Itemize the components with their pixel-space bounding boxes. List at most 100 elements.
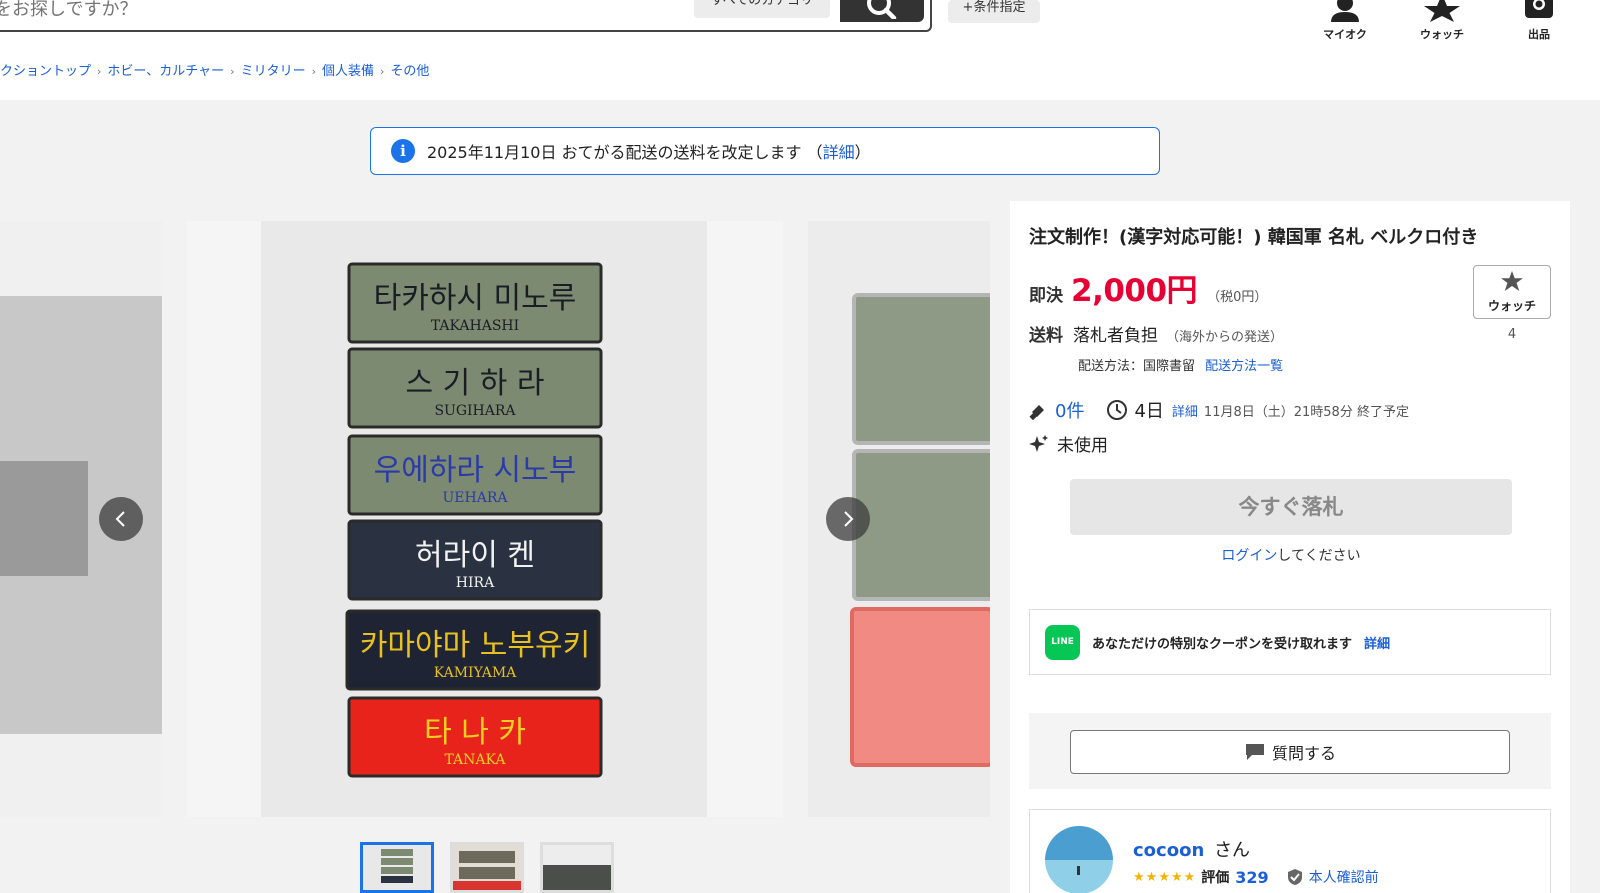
watch-button[interactable]: ウォッチ <box>1473 265 1551 319</box>
name-patch: 우에하라 시노부 UEHARA <box>347 434 603 516</box>
person-icon <box>1331 0 1359 22</box>
search-input[interactable] <box>0 0 672 28</box>
shield-check-icon <box>1287 869 1302 885</box>
chevron-right-icon: › <box>97 65 102 78</box>
price-label: 即決 <box>1029 286 1063 306</box>
search-icon <box>867 0 897 19</box>
seller-card: cocoon さん ★ ★ ★ ★ ★ 評価 329 本人確認前 <box>1029 809 1551 893</box>
notice-detail-link[interactable]: 詳細 <box>823 139 855 163</box>
breadcrumb-item[interactable]: ミリタリー <box>241 64 306 79</box>
header: すべてのカテゴリ +条件指定 マイオク ウォッチ 出品 クショントップ › ホビー、… <box>0 0 1600 100</box>
coupon-text: あなただけの特別なクーポンを受け取れます <box>1092 636 1353 652</box>
price-value: 2,000円 <box>1071 273 1198 309</box>
gallery-prev-button[interactable] <box>99 497 143 541</box>
star-icon: ★ <box>1183 869 1196 885</box>
conditions-button[interactable]: +条件指定 <box>948 0 1040 23</box>
ask-question-button[interactable]: 質問する <box>1070 730 1510 774</box>
sparkle-icon <box>1029 434 1048 452</box>
seller-name-link[interactable]: cocoon <box>1133 840 1204 861</box>
nav-watch[interactable]: ウォッチ <box>1402 0 1482 42</box>
image-gallery: 타카하시 미노루 TAKAHASHI 스 기 하 라 SUGIHARA 우에하라 시노부… <box>0 221 990 893</box>
star-icon <box>1424 0 1460 22</box>
star-icon <box>1501 271 1523 291</box>
shipping-method-link[interactable]: 配送方法一覧 <box>1205 359 1283 374</box>
nav-label: 出品 <box>1528 28 1550 41</box>
breadcrumb-item[interactable]: その他 <box>390 64 429 79</box>
nav-myauction[interactable]: マイオク <box>1305 0 1385 42</box>
shipping-method: 配送方法：国際書留 配送方法一覧 <box>1078 355 1283 374</box>
seller-suffix: さん <box>1214 840 1250 861</box>
chevron-left-icon <box>115 511 125 527</box>
main-slide-image[interactable]: 타카하시 미노루 TAKAHASHI 스 기 하 라 SUGIHARA 우에하라 시노부… <box>187 221 783 817</box>
search-button[interactable] <box>840 0 924 22</box>
item-title: 注文制作！(漢字対応可能！) 韓国軍 名札 ベルクロ付き <box>1029 227 1479 248</box>
breadcrumb-item[interactable]: クショントップ <box>0 64 91 79</box>
star-icon: ★ <box>1170 869 1183 885</box>
end-time: 11月8日（土）21時58分 終了予定 <box>1203 404 1409 420</box>
name-patches-illustration: 타카하시 미노루 TAKAHASHI 스 기 하 라 SUGIHARA 우에하라 시노부… <box>345 262 603 778</box>
nav-label: ウォッチ <box>1420 28 1464 41</box>
nav-sell[interactable]: 出品 <box>1499 0 1579 42</box>
breadcrumb-item[interactable]: ホビー、カルチャー <box>107 64 224 79</box>
avatar-image <box>1045 826 1113 893</box>
patch-latin-text: HIRA <box>456 575 495 591</box>
verification-status[interactable]: 本人確認前 <box>1309 867 1379 887</box>
name-patch: 타 나 카 TANAKA <box>347 696 603 778</box>
thumbnail-strip <box>360 842 614 893</box>
patch-hangul-text: 스 기 하 라 <box>405 366 544 401</box>
patch-latin-text: TANAKA <box>444 752 506 768</box>
thumbnail-3[interactable] <box>540 842 614 893</box>
condition-value: 未使用 <box>1057 436 1108 456</box>
search-bar: すべてのカテゴリ <box>0 0 932 32</box>
patch-latin-text: SUGIHARA <box>434 403 516 419</box>
line-icon: LINE <box>1045 624 1080 660</box>
coupon-detail-link[interactable]: 詳細 <box>1364 633 1390 652</box>
item-info-panel: 注文制作！(漢字対応可能！) 韓国軍 名札 ベルクロ付き 即決 2,000円 （… <box>1010 201 1570 893</box>
thumbnail-2[interactable] <box>450 842 524 893</box>
name-patch: 허라이 켄 HIRA <box>347 519 603 601</box>
breadcrumb-item[interactable]: 個人装備 <box>322 64 374 79</box>
patch-latin-text: KAMIYAMA <box>434 665 517 681</box>
bid-count[interactable]: 0件 <box>1055 397 1084 423</box>
shipping-value: 落札者負担 <box>1073 326 1158 346</box>
chevron-right-icon <box>844 511 854 527</box>
info-icon: i <box>391 139 415 163</box>
camera-icon <box>1525 0 1553 18</box>
shipping-row: 送料 落札者負担 （海外からの発送） <box>1029 321 1283 346</box>
avatar[interactable] <box>1045 826 1113 893</box>
name-patch: 카마야마 노부유키 KAMIYAMA <box>345 609 601 691</box>
clock-icon <box>1107 400 1128 420</box>
patch-hangul-text: 카마야마 노부유키 <box>360 628 590 663</box>
condition-row: 未使用 <box>1029 431 1108 456</box>
gallery-next-button[interactable] <box>826 497 870 541</box>
star-icon: ★ <box>1158 869 1170 885</box>
breadcrumb: クショントップ › ホビー、カルチャー › ミリタリー › 個人装備 › その他 <box>0 60 429 79</box>
patch-latin-text: TAKAHASHI <box>431 318 519 334</box>
seller-meta: ★ ★ ★ ★ ★ 評価 329 本人確認前 <box>1133 867 1379 887</box>
login-link[interactable]: ログイン <box>1221 548 1277 564</box>
shipping-note: （海外からの発送） <box>1166 330 1284 345</box>
patch-latin-text: UEHARA <box>443 490 509 506</box>
chevron-right-icon: › <box>230 65 235 78</box>
watch-count: 4 <box>1507 327 1517 342</box>
name-patch: 타카하시 미노루 TAKAHASHI <box>347 262 603 344</box>
watch-label: ウォッチ <box>1487 299 1536 313</box>
chevron-right-icon: › <box>380 65 385 78</box>
thumbnail-1[interactable] <box>360 842 434 893</box>
chevron-right-icon: › <box>311 65 316 78</box>
line-coupon-banner[interactable]: LINE あなただけの特別なクーポンを受け取れます 詳細 <box>1029 609 1551 675</box>
time-detail-link[interactable]: 詳細 <box>1172 401 1198 420</box>
notice-text: 2025年11月10日 おてがる配送の送料を改定します （ <box>427 143 823 162</box>
buy-now-button[interactable]: 今すぐ落札 <box>1070 479 1512 535</box>
status-row: 0件 4日 詳細 11月8日（土）21時58分 終了予定 <box>1029 397 1409 423</box>
star-icon: ★ <box>1133 869 1145 885</box>
patch-photo: 타카하시 미노루 TAKAHASHI 스 기 하 라 SUGIHARA 우에하라 시노부… <box>261 221 707 817</box>
gavel-icon <box>1029 405 1044 420</box>
shipping-method-text: 配送方法：国際書留 <box>1078 359 1196 374</box>
thumbnail-image <box>453 845 521 890</box>
category-select[interactable]: すべてのカテゴリ <box>694 0 830 18</box>
price-row: 即決 2,000円 （税0円） <box>1029 265 1267 310</box>
patch-hangul-text: 타카하시 미노루 <box>374 281 577 316</box>
question-area: 質問する <box>1029 713 1551 789</box>
rating-value[interactable]: 329 <box>1235 868 1268 887</box>
